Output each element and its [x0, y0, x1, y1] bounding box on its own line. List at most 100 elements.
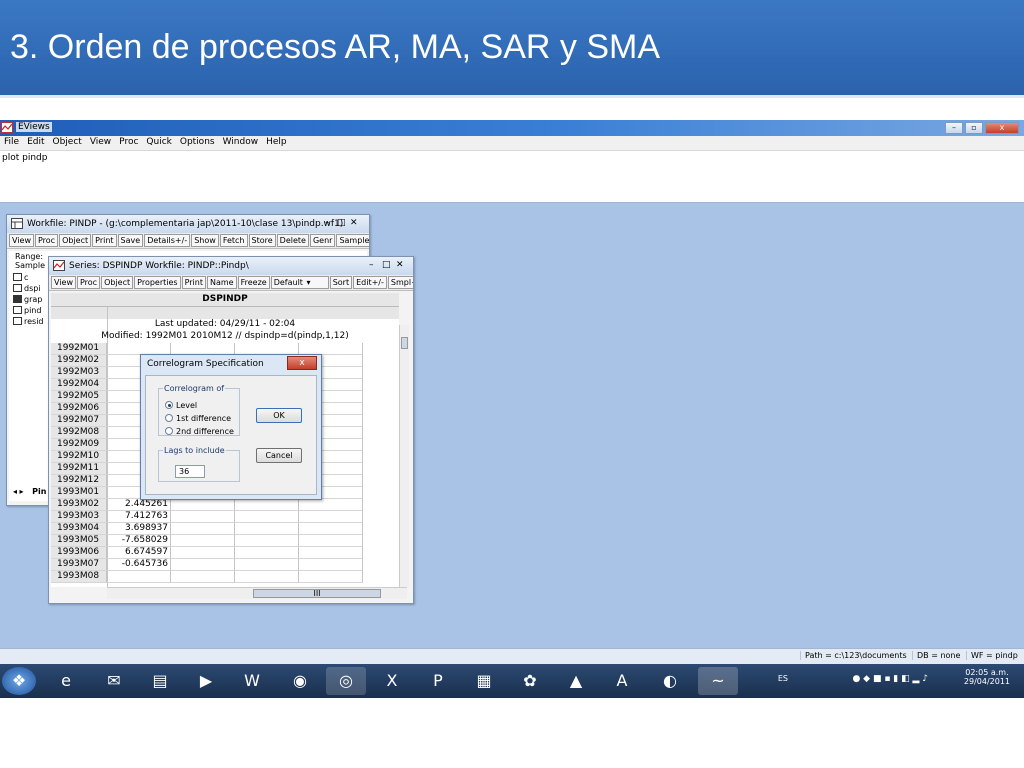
wf-save-button[interactable]: Save — [117, 234, 144, 247]
internet-explorer-icon[interactable]: e — [46, 667, 86, 695]
wf-genr-button[interactable]: Genr — [309, 234, 336, 247]
cancel-button[interactable]: Cancel — [256, 448, 302, 463]
table-row[interactable]: 1993M04 3.698937 — [51, 523, 399, 535]
empty-cell[interactable] — [299, 511, 363, 523]
wf-object-button[interactable]: Object — [59, 234, 92, 247]
acrobat-icon[interactable]: A — [602, 667, 642, 695]
lags-input[interactable]: 36 — [175, 465, 205, 478]
series-titlebar[interactable]: Series: DSPINDP Workfile: PINDP::Pindp\ … — [49, 257, 413, 275]
folder-icon[interactable]: ▤ — [140, 667, 180, 695]
calculator-icon[interactable]: ▦ — [464, 667, 504, 695]
table-row[interactable]: 1993M03 7.412763 — [51, 511, 399, 523]
cell-value[interactable]: -7.658029 — [107, 535, 171, 547]
empty-cell[interactable] — [299, 571, 363, 583]
wf-fetch-button[interactable]: Fetch — [219, 234, 248, 247]
eviews-taskbar-icon[interactable]: ~ — [698, 667, 738, 695]
s-name-button[interactable]: Name — [206, 276, 237, 289]
table-row[interactable]: 1993M05 -7.658029 — [51, 535, 399, 547]
powerpoint-icon[interactable]: P — [418, 667, 458, 695]
dialog-titlebar[interactable]: Correlogram Specification x — [141, 355, 321, 373]
ok-button[interactable]: OK — [256, 408, 302, 423]
empty-cell[interactable] — [171, 511, 235, 523]
series-minimize-icon[interactable]: – — [369, 260, 374, 270]
outlook-icon[interactable]: ✉ — [94, 667, 134, 695]
app-icon[interactable]: ✿ — [510, 667, 550, 695]
series-close-icon[interactable]: ✕ — [396, 260, 404, 270]
empty-cell[interactable] — [235, 499, 299, 511]
empty-cell[interactable] — [171, 559, 235, 571]
series-maximize-icon[interactable]: □ — [382, 260, 391, 270]
workfile-close-icon[interactable]: ✕ — [350, 218, 358, 228]
vertical-scrollbar[interactable] — [399, 325, 409, 587]
cell-value[interactable] — [107, 571, 171, 583]
wf-delete-button[interactable]: Delete — [276, 234, 309, 247]
workfile-minimize-icon[interactable]: – — [325, 218, 330, 228]
scrollbar-thumb[interactable]: III — [253, 589, 381, 598]
s-edit-button[interactable]: Edit+/- — [353, 276, 387, 289]
cell-value[interactable]: 7.412763 — [107, 511, 171, 523]
language-indicator[interactable]: ES — [778, 674, 788, 683]
empty-cell[interactable] — [171, 571, 235, 583]
wf-proc-button[interactable]: Proc — [34, 234, 59, 247]
radio-level[interactable]: Level — [165, 401, 197, 410]
list-item[interactable]: dspi — [13, 284, 44, 295]
empty-cell[interactable] — [171, 523, 235, 535]
s-smpl-button[interactable]: Smpl+ — [387, 276, 413, 289]
horizontal-scrollbar[interactable]: III — [107, 587, 407, 599]
table-row[interactable]: 1993M08 — [51, 571, 399, 583]
list-item[interactable]: resid — [13, 317, 44, 328]
wf-view-button[interactable]: View — [9, 234, 34, 247]
command-window[interactable]: plot pindp — [0, 151, 1024, 203]
empty-cell[interactable] — [299, 499, 363, 511]
table-row[interactable]: 1993M06 6.674597 — [51, 547, 399, 559]
empty-cell[interactable] — [171, 535, 235, 547]
s-freeze-button[interactable]: Freeze — [237, 276, 270, 289]
word-icon[interactable]: W — [232, 667, 272, 695]
empty-cell[interactable] — [235, 571, 299, 583]
s-sort-button[interactable]: Sort — [329, 276, 353, 289]
radio-2nd-difference[interactable]: 2nd difference — [165, 427, 234, 436]
cell-value[interactable]: -0.645736 — [107, 559, 171, 571]
cell-value[interactable]: 3.698937 — [107, 523, 171, 535]
matlab-icon[interactable]: ▲ — [556, 667, 596, 695]
wf-store-button[interactable]: Store — [248, 234, 276, 247]
tab-pindp[interactable]: Pin — [32, 487, 46, 496]
empty-cell[interactable] — [299, 547, 363, 559]
empty-cell[interactable] — [171, 547, 235, 559]
menu-quick[interactable]: Quick — [142, 136, 175, 148]
workfile-titlebar[interactable]: Workfile: PINDP - (g:\complementaria jap… — [7, 215, 369, 233]
media-player-icon[interactable]: ▶ — [186, 667, 226, 695]
dialog-close-button[interactable]: x — [287, 356, 317, 370]
menu-help[interactable]: Help — [262, 136, 291, 148]
menu-object[interactable]: Object — [49, 136, 86, 148]
table-row[interactable]: 1993M02 2.445261 — [51, 499, 399, 511]
s-properties-button[interactable]: Properties — [134, 276, 181, 289]
empty-cell[interactable] — [299, 559, 363, 571]
media-icon[interactable]: ◐ — [650, 667, 690, 695]
start-button[interactable]: ❖ — [2, 667, 36, 695]
menu-view[interactable]: View — [86, 136, 115, 148]
s-default-dropdown[interactable]: Default ▾ — [270, 276, 329, 289]
scrollbar-thumb[interactable] — [401, 337, 408, 349]
chrome-icon[interactable]: ◎ — [326, 667, 366, 695]
list-item[interactable]: grap — [13, 295, 44, 306]
empty-cell[interactable] — [171, 499, 235, 511]
excel-icon[interactable]: X — [372, 667, 412, 695]
table-row[interactable]: 1993M07 -0.645736 — [51, 559, 399, 571]
menu-edit[interactable]: Edit — [23, 136, 48, 148]
close-button[interactable]: x — [985, 122, 1019, 134]
cell-value[interactable]: 2.445261 — [107, 499, 171, 511]
clock[interactable]: 02:05 a.m. 29/04/2011 — [964, 668, 1010, 686]
menu-proc[interactable]: Proc — [115, 136, 142, 148]
s-object-button[interactable]: Object — [101, 276, 134, 289]
empty-cell[interactable] — [235, 523, 299, 535]
wf-print-button[interactable]: Print — [92, 234, 117, 247]
workfile-maximize-icon[interactable]: □ — [337, 218, 346, 228]
restore-button[interactable]: ▫ — [965, 122, 983, 134]
s-proc-button[interactable]: Proc — [76, 276, 101, 289]
list-item[interactable]: pind — [13, 306, 44, 317]
menu-options[interactable]: Options — [176, 136, 219, 148]
empty-cell[interactable] — [299, 523, 363, 535]
menu-file[interactable]: File — [0, 136, 23, 148]
firefox-icon[interactable]: ◉ — [280, 667, 320, 695]
